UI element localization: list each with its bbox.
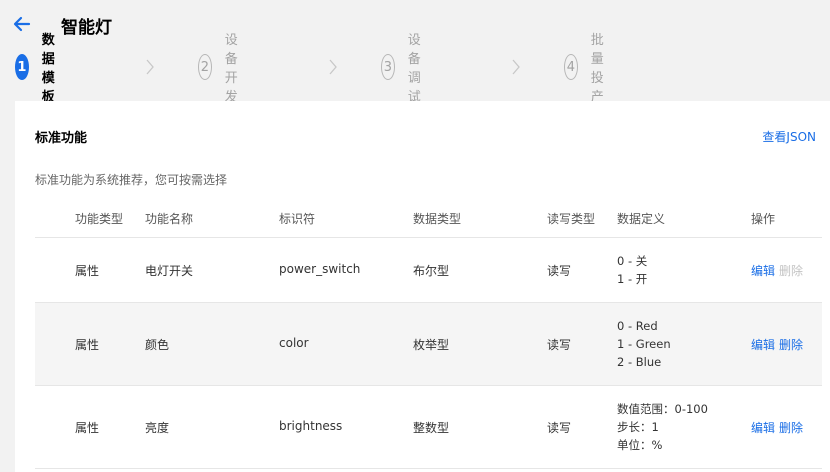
arrow-left-icon[interactable] xyxy=(12,14,32,34)
cell-name: 亮度 xyxy=(145,421,170,435)
step-number: 1 xyxy=(15,54,29,80)
column-header: 数据定义 xyxy=(617,212,666,226)
table-row: 属性 亮度 brightness 整数型 读写 数值范围：0-100 步长：1 … xyxy=(35,386,822,469)
column-header: 标识符 xyxy=(279,212,316,226)
cell-name: 颜色 xyxy=(145,338,170,352)
column-header: 数据类型 xyxy=(413,212,462,226)
column-header: 功能名称 xyxy=(145,212,194,226)
cell-data-definition: 0 - 关 1 - 开 xyxy=(617,252,647,288)
cell-type: 属性 xyxy=(75,264,100,278)
cell-identifier: brightness xyxy=(279,419,343,433)
cell-data-type: 布尔型 xyxy=(413,264,450,278)
cell-identifier: color xyxy=(279,336,309,350)
edit-button[interactable]: 编辑 xyxy=(751,264,775,278)
definition-line: 数值范围：0-100 xyxy=(617,402,708,416)
table-row: 属性 电灯开关 power_switch 布尔型 读写 0 - 关 1 - 开 … xyxy=(35,238,822,303)
table-header: 功能类型 功能名称 标识符 数据类型 读写类型 数据定义 操作 xyxy=(35,203,822,238)
chevron-right-icon xyxy=(146,59,154,75)
cell-actions: 编辑 删除 xyxy=(751,419,803,436)
chevron-right-icon xyxy=(512,59,520,75)
definition-line: 0 - 关 xyxy=(617,254,648,268)
table-row: 属性 颜色 color 枚举型 读写 0 - Red 1 - Green 2 -… xyxy=(35,303,822,386)
cell-type: 属性 xyxy=(75,421,100,435)
chevron-right-icon xyxy=(329,59,337,75)
step-mass-production[interactable]: 4 批量投产 xyxy=(564,33,616,105)
definition-line: 0 - Red xyxy=(617,319,658,333)
cell-name: 电灯开关 xyxy=(145,264,194,278)
step-number: 3 xyxy=(381,54,395,80)
definition-line: 1 - 开 xyxy=(617,272,648,286)
page-header: 智能灯 1 数据模板 2 设备开发 3 设备调试 4 批量投产 xyxy=(0,0,830,105)
edit-button[interactable]: 编辑 xyxy=(751,338,775,352)
cell-data-definition: 0 - Red 1 - Green 2 - Blue xyxy=(617,317,671,371)
column-header: 操作 xyxy=(751,212,776,226)
step-data-template[interactable]: 1 数据模板 xyxy=(15,33,67,105)
edit-button[interactable]: 编辑 xyxy=(751,421,775,435)
definition-line: 单位：% xyxy=(617,438,663,452)
section-description: 标准功能为系统推荐，您可按需选择 xyxy=(35,173,228,187)
definition-line: 2 - Blue xyxy=(617,355,662,369)
step-number: 2 xyxy=(198,54,212,80)
view-json-link[interactable]: 查看JSON xyxy=(762,128,816,145)
step-label: 数据模板 xyxy=(41,33,55,105)
cell-data-definition: 数值范围：0-100 步长：1 单位：% xyxy=(617,400,708,454)
section-title: 标准功能 xyxy=(35,131,88,146)
column-header: 读写类型 xyxy=(547,212,596,226)
delete-button[interactable]: 删除 xyxy=(779,421,803,435)
step-device-debug[interactable]: 3 设备调试 xyxy=(381,33,433,105)
page-title: 智能灯 xyxy=(61,18,112,38)
column-header: 功能类型 xyxy=(75,212,124,226)
cell-actions: 编辑 删除 xyxy=(751,336,803,353)
cell-actions: 编辑 删除 xyxy=(751,262,803,279)
cell-identifier: power_switch xyxy=(279,262,361,276)
step-number: 4 xyxy=(564,54,578,80)
cell-rw: 读写 xyxy=(547,264,572,278)
delete-button: 删除 xyxy=(779,264,804,278)
cell-rw: 读写 xyxy=(547,338,572,352)
cell-data-type: 整数型 xyxy=(413,421,450,435)
standard-features-card: 标准功能 查看JSON 标准功能为系统推荐，您可按需选择 功能类型 功能名称 标… xyxy=(15,101,830,472)
cell-type: 属性 xyxy=(75,338,100,352)
step-label: 设备开发 xyxy=(224,33,238,105)
cell-data-type: 枚举型 xyxy=(413,338,450,352)
delete-button[interactable]: 删除 xyxy=(779,338,803,352)
step-label: 批量投产 xyxy=(590,33,604,105)
definition-line: 1 - Green xyxy=(617,337,671,351)
definition-line: 步长：1 xyxy=(617,420,659,434)
features-table: 功能类型 功能名称 标识符 数据类型 读写类型 数据定义 操作 属性 电灯开关 … xyxy=(35,203,822,469)
step-device-dev[interactable]: 2 设备开发 xyxy=(198,33,250,105)
step-label: 设备调试 xyxy=(407,33,421,105)
cell-rw: 读写 xyxy=(547,421,572,435)
